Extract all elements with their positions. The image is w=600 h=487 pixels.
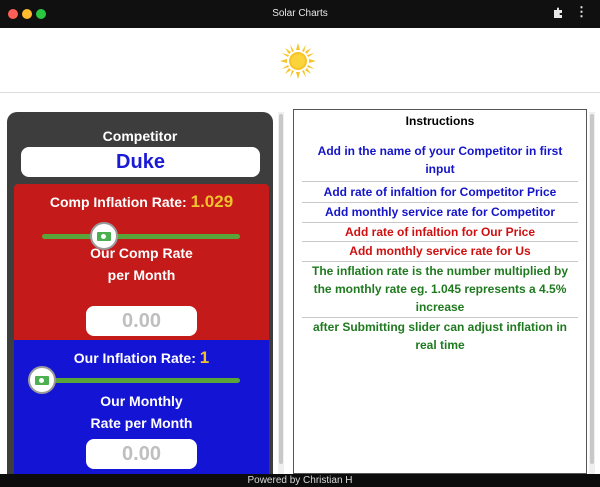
window-title: Solar Charts [272,8,328,19]
kebab-menu-icon[interactable]: ⋮ [575,5,588,19]
instruction-item: Add rate of infaltion for Competitor Pri… [302,183,578,201]
instructions-panel: Instructions Add in the name of your Com… [293,109,587,474]
instructions-title: Instructions [405,114,475,128]
comp-inflation-value: 1.029 [190,192,234,211]
comp-rate-input[interactable]: 0.00 [86,306,197,336]
instruction-line: Add rate of infaltion for Our Price [344,225,535,239]
instruction-line: Add in the name of your Competitor in fi… [317,144,563,158]
puzzle-icon[interactable] [552,7,564,19]
instruction-item: The inflation rate is the number multipl… [302,262,578,316]
our-rate-section: Our Inflation Rate: 1 Our Monthly Rate p… [14,340,269,474]
right-scrollbar[interactable] [589,112,595,474]
our-inflation-slider-track[interactable] [44,378,240,383]
comp-rate-label-line2: per Month [107,267,176,283]
our-rate-label: Our Monthly Rate per Month [14,390,269,434]
instruction-item: after Submitting slider can adjust infla… [302,318,578,354]
instruction-line: after Submitting slider can adjust infla… [312,320,568,334]
instruction-line: increase [415,300,465,314]
instruction-line: Add monthly service rate for Us [349,244,531,258]
money-icon [35,376,49,385]
left-scrollbar[interactable] [278,112,284,474]
divider [302,181,578,182]
comp-rate-label: Our Comp Rate per Month [14,242,269,286]
instruction-line: Add rate of infaltion for Competitor Pri… [323,185,557,199]
our-inflation-value: 1 [199,348,210,367]
instruction-item: Add monthly service rate for Competitor [302,203,578,221]
competitor-name-input[interactable]: Duke [21,147,260,177]
comp-rate-label-line1: Our Comp Rate [90,245,193,261]
instruction-line: input [425,162,455,176]
instruction-item: Add in the name of your Competitor in fi… [302,142,578,178]
our-rate-label-line1: Our Monthly [100,393,183,409]
our-inflation-rate-row: Our Inflation Rate: 1 [14,348,269,368]
calculator-panel: Competitor Duke Comp Inflation Rate: 1.0… [7,112,273,474]
our-inflation-label: Our Inflation Rate: [73,350,196,366]
competitor-label: Competitor [102,128,178,144]
sun-icon [280,43,316,79]
our-rate-label-line2: Rate per Month [90,415,193,431]
left-scrollbar-thumb[interactable] [279,114,283,464]
comp-inflation-slider-track[interactable] [42,234,240,239]
money-icon [97,232,111,241]
right-scrollbar-thumb[interactable] [590,114,594,464]
instruction-line: real time [415,338,465,352]
instruction-line: The inflation rate is the number multipl… [311,264,569,278]
app-content: Competitor Duke Comp Inflation Rate: 1.0… [0,28,600,474]
instruction-item: Add monthly service rate for Us [302,242,578,260]
header-banner [0,28,600,93]
instruction-item: Add rate of infaltion for Our Price [302,223,578,241]
comp-inflation-rate-row: Comp Inflation Rate: 1.029 [14,192,269,212]
instruction-line: Add monthly service rate for Competitor [324,205,556,219]
comp-inflation-label: Comp Inflation Rate: [49,194,187,210]
instruction-line: the monthly rate eg. 1.045 represents a … [313,282,567,296]
footer-credit: Powered by Christian H [0,474,600,487]
window-titlebar: Solar Charts ⋮ [0,0,600,28]
our-rate-input[interactable]: 0.00 [86,439,197,469]
competitor-rate-section: Comp Inflation Rate: 1.029 Our Comp Rate… [14,184,269,340]
